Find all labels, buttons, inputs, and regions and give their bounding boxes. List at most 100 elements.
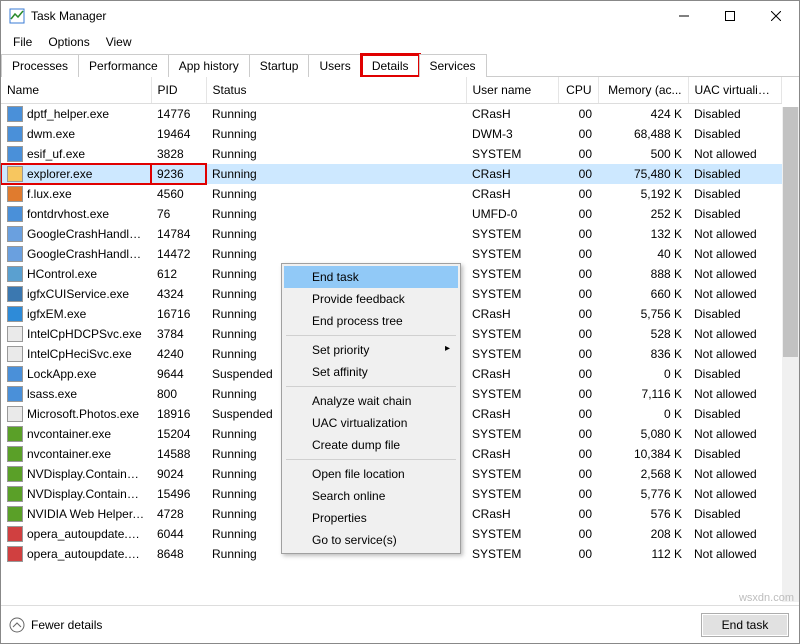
process-icon bbox=[7, 126, 23, 142]
ctx-set-affinity[interactable]: Set affinity bbox=[284, 361, 458, 383]
ctx-open-file-location[interactable]: Open file location bbox=[284, 463, 458, 485]
tabs: Processes Performance App history Startu… bbox=[1, 53, 799, 77]
cell-pid: 3784 bbox=[151, 324, 206, 344]
process-icon bbox=[7, 306, 23, 322]
window-title: Task Manager bbox=[31, 9, 661, 23]
process-icon bbox=[7, 526, 23, 542]
cell-uac: Not allowed bbox=[688, 144, 782, 164]
scrollbar-thumb[interactable] bbox=[783, 107, 798, 357]
table-row[interactable]: dwm.exe19464RunningDWM-30068,488 KDisabl… bbox=[1, 124, 782, 144]
menu-file[interactable]: File bbox=[5, 33, 40, 51]
process-icon bbox=[7, 426, 23, 442]
cell-mem: 888 K bbox=[598, 264, 688, 284]
cell-name: NVDisplay.Container... bbox=[1, 464, 151, 484]
ctx-provide-feedback[interactable]: Provide feedback bbox=[284, 288, 458, 310]
ctx-end-task[interactable]: End task bbox=[284, 266, 458, 288]
cell-user: SYSTEM bbox=[466, 324, 558, 344]
cell-name-text: NVIDIA Web Helper.... bbox=[27, 507, 146, 521]
window-controls bbox=[661, 1, 799, 31]
process-icon bbox=[7, 246, 23, 262]
cell-uac: Disabled bbox=[688, 204, 782, 224]
ctx-uac-virtualization[interactable]: UAC virtualization bbox=[284, 412, 458, 434]
process-icon bbox=[7, 186, 23, 202]
cell-uac: Not allowed bbox=[688, 244, 782, 264]
end-task-button[interactable]: End task bbox=[701, 613, 789, 637]
cell-pid: 4240 bbox=[151, 344, 206, 364]
minimize-button[interactable] bbox=[661, 1, 707, 31]
cell-name-text: f.lux.exe bbox=[27, 187, 72, 201]
table-row[interactable]: f.lux.exe4560RunningCRasH005,192 KDisabl… bbox=[1, 184, 782, 204]
cell-uac: Not allowed bbox=[688, 284, 782, 304]
menu-view[interactable]: View bbox=[98, 33, 140, 51]
process-icon bbox=[7, 406, 23, 422]
cell-name: NVDisplay.Container... bbox=[1, 484, 151, 504]
cell-cpu: 00 bbox=[558, 384, 598, 404]
cell-uac: Disabled bbox=[688, 184, 782, 204]
fewer-details-label: Fewer details bbox=[31, 618, 102, 632]
task-manager-icon bbox=[9, 8, 25, 24]
tab-processes[interactable]: Processes bbox=[1, 54, 79, 77]
cell-mem: 112 K bbox=[598, 544, 688, 564]
cell-name: esif_uf.exe bbox=[1, 144, 151, 164]
col-header-mem[interactable]: Memory (ac... bbox=[598, 77, 688, 104]
table-row[interactable]: GoogleCrashHandler...14472RunningSYSTEM0… bbox=[1, 244, 782, 264]
fewer-details-toggle[interactable]: Fewer details bbox=[9, 617, 102, 633]
vertical-scrollbar[interactable] bbox=[782, 107, 799, 602]
tab-users[interactable]: Users bbox=[308, 54, 361, 77]
details-table-wrap: Name PID Status User name CPU Memory (ac… bbox=[1, 77, 799, 602]
cell-user: DWM-3 bbox=[466, 124, 558, 144]
tab-app-history[interactable]: App history bbox=[168, 54, 250, 77]
cell-name: opera_autoupdate.exe bbox=[1, 524, 151, 544]
col-header-cpu[interactable]: CPU bbox=[558, 77, 598, 104]
ctx-separator bbox=[286, 386, 456, 387]
tab-details[interactable]: Details bbox=[361, 54, 420, 77]
ctx-analyze-wait-chain[interactable]: Analyze wait chain bbox=[284, 390, 458, 412]
table-row[interactable]: fontdrvhost.exe76RunningUMFD-000252 KDis… bbox=[1, 204, 782, 224]
cell-name-text: IntelCpHeciSvc.exe bbox=[27, 347, 132, 361]
cell-pid: 9644 bbox=[151, 364, 206, 384]
cell-mem: 424 K bbox=[598, 104, 688, 125]
close-button[interactable] bbox=[753, 1, 799, 31]
col-header-status[interactable]: Status bbox=[206, 77, 466, 104]
table-row[interactable]: esif_uf.exe3828RunningSYSTEM00500 KNot a… bbox=[1, 144, 782, 164]
cell-user: SYSTEM bbox=[466, 424, 558, 444]
cell-status: Running bbox=[206, 184, 466, 204]
maximize-button[interactable] bbox=[707, 1, 753, 31]
col-header-name[interactable]: Name bbox=[1, 77, 151, 104]
cell-cpu: 00 bbox=[558, 264, 598, 284]
cell-name-text: GoogleCrashHandler... bbox=[27, 247, 149, 261]
cell-name-text: lsass.exe bbox=[27, 387, 77, 401]
ctx-properties[interactable]: Properties bbox=[284, 507, 458, 529]
cell-cpu: 00 bbox=[558, 104, 598, 125]
tab-services[interactable]: Services bbox=[419, 54, 487, 77]
cell-status: Running bbox=[206, 204, 466, 224]
cell-pid: 14776 bbox=[151, 104, 206, 125]
tab-startup[interactable]: Startup bbox=[249, 54, 310, 77]
ctx-end-process-tree[interactable]: End process tree bbox=[284, 310, 458, 332]
cell-name: f.lux.exe bbox=[1, 184, 151, 204]
cell-mem: 0 K bbox=[598, 404, 688, 424]
ctx-search-online[interactable]: Search online bbox=[284, 485, 458, 507]
cell-name-text: Microsoft.Photos.exe bbox=[27, 407, 139, 421]
ctx-set-priority[interactable]: Set priority▸ bbox=[284, 339, 458, 361]
tab-performance[interactable]: Performance bbox=[78, 54, 169, 77]
cell-uac: Not allowed bbox=[688, 224, 782, 244]
cell-uac: Not allowed bbox=[688, 344, 782, 364]
col-header-pid[interactable]: PID bbox=[151, 77, 206, 104]
cell-cpu: 00 bbox=[558, 324, 598, 344]
cell-cpu: 00 bbox=[558, 464, 598, 484]
cell-cpu: 00 bbox=[558, 424, 598, 444]
cell-user: CRasH bbox=[466, 104, 558, 125]
ctx-create-dump-file[interactable]: Create dump file bbox=[284, 434, 458, 456]
table-row[interactable]: GoogleCrashHandler...14784RunningSYSTEM0… bbox=[1, 224, 782, 244]
ctx-go-to-services[interactable]: Go to service(s) bbox=[284, 529, 458, 551]
cell-cpu: 00 bbox=[558, 484, 598, 504]
menu-options[interactable]: Options bbox=[40, 33, 97, 51]
cell-user: SYSTEM bbox=[466, 524, 558, 544]
col-header-uac[interactable]: UAC virtualizati... bbox=[688, 77, 782, 104]
table-row[interactable]: explorer.exe9236RunningCRasH0075,480 KDi… bbox=[1, 164, 782, 184]
table-row[interactable]: dptf_helper.exe14776RunningCRasH00424 KD… bbox=[1, 104, 782, 125]
cell-pid: 16716 bbox=[151, 304, 206, 324]
col-header-user[interactable]: User name bbox=[466, 77, 558, 104]
cell-status: Running bbox=[206, 244, 466, 264]
